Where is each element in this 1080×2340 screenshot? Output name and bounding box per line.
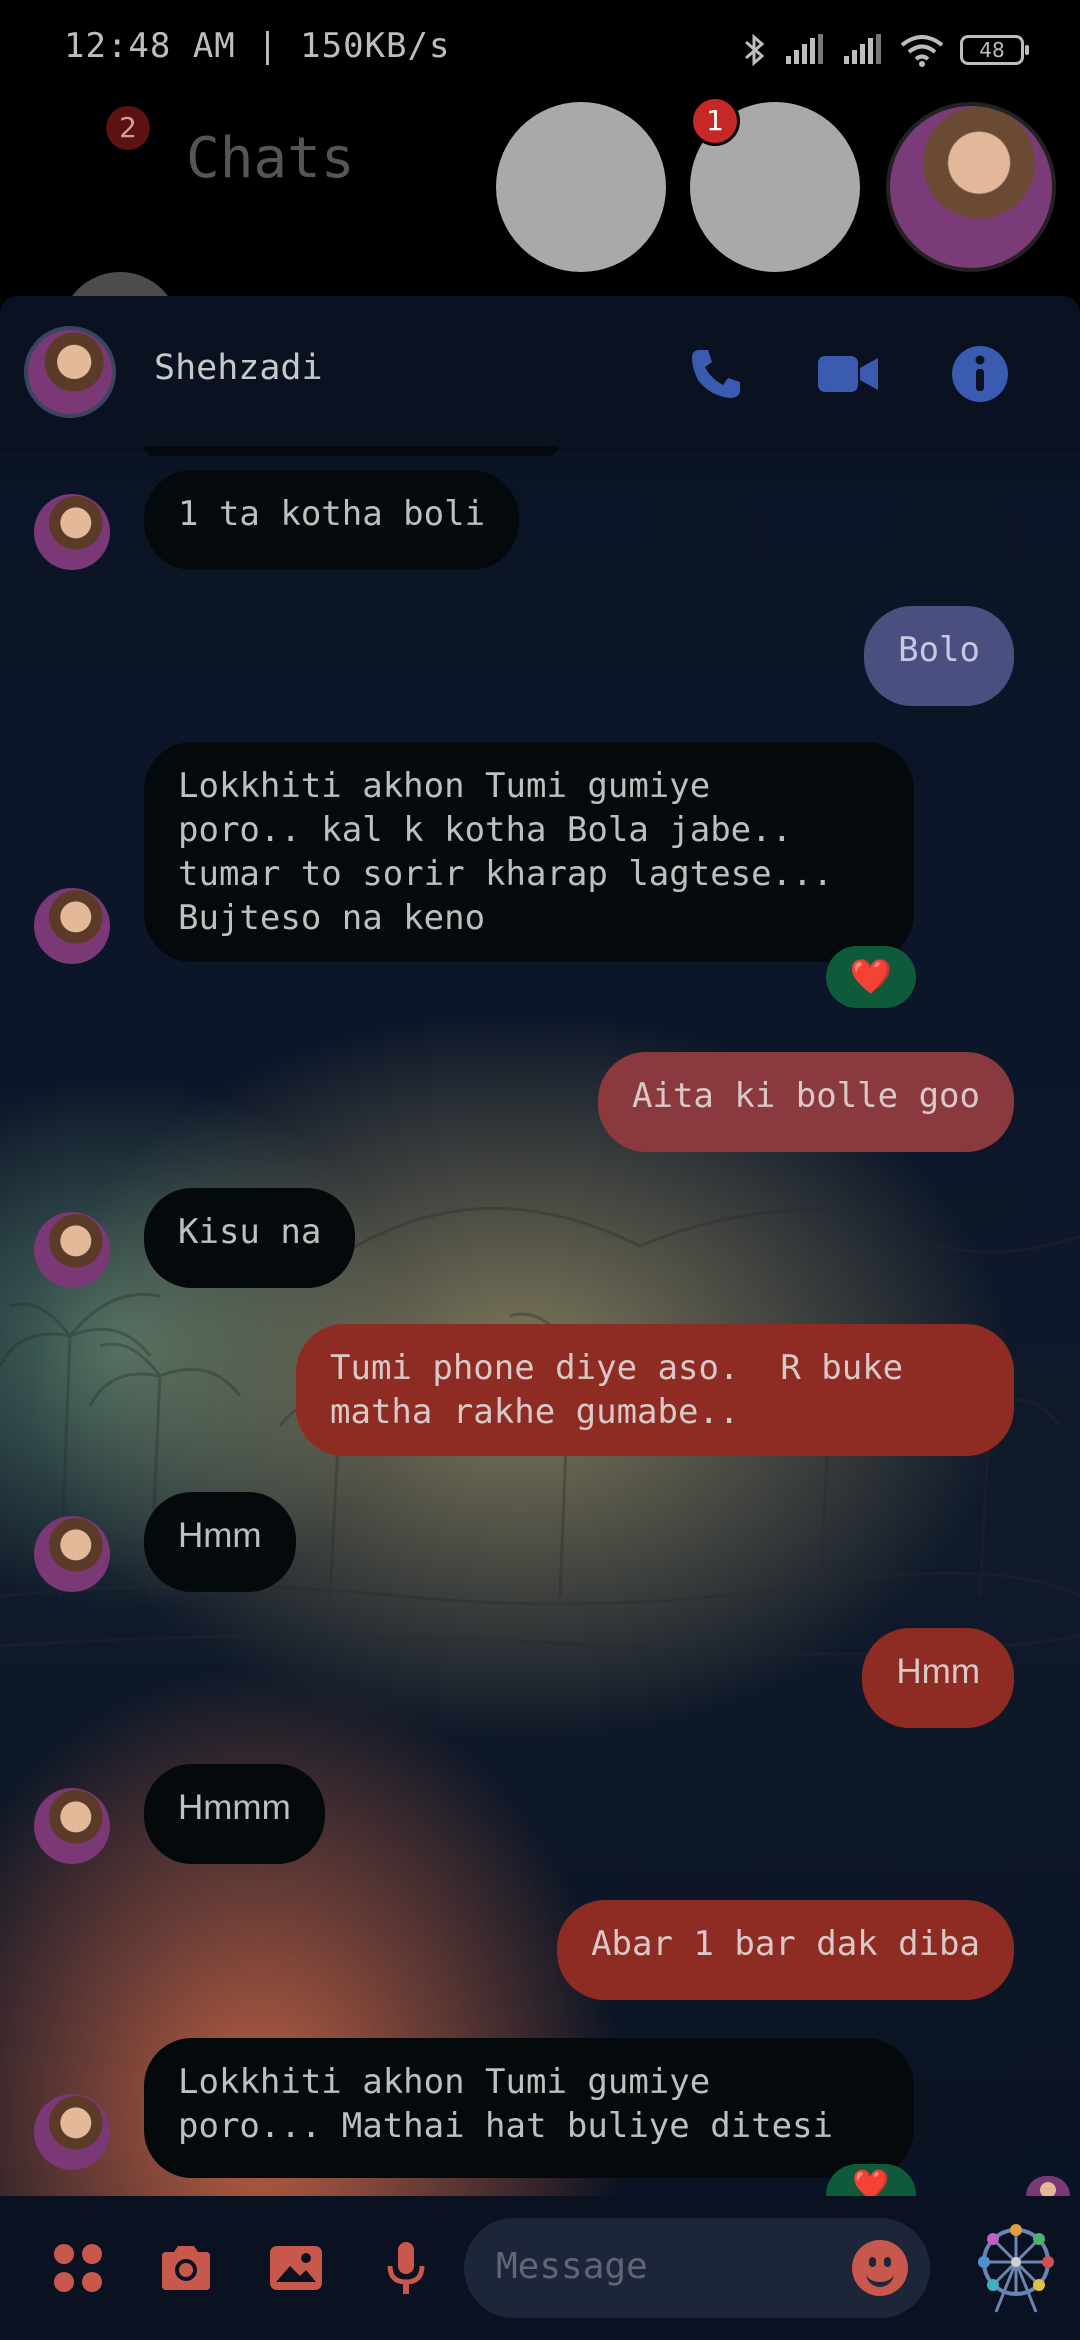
message-bubble-outgoing[interactable]: Bolo: [864, 606, 1014, 706]
story-avatar-3[interactable]: [886, 102, 1056, 272]
message-bubble-incoming[interactable]: Lokkhiti akhon Tumi gumiye poro... Matha…: [144, 2038, 914, 2178]
message-input[interactable]: Message: [464, 2218, 930, 2318]
message-bubble-outgoing[interactable]: Aita ki bolle goo: [598, 1052, 1014, 1152]
signal-icon-2: [844, 34, 881, 64]
message-bubble-incoming[interactable]: Hmm: [144, 1492, 296, 1592]
emoji-icon[interactable]: [852, 2240, 908, 2296]
status-icons: 48: [742, 28, 1029, 72]
contact-avatar-small: [34, 1212, 110, 1288]
message-bubble-incoming[interactable]: 1 ta kotha boli: [144, 470, 520, 570]
message-composer: Message: [0, 2196, 1080, 2340]
menu-badge: 2: [106, 106, 150, 150]
bluetooth-icon: [745, 33, 765, 67]
info-icon[interactable]: [948, 342, 1012, 406]
seen-avatar: [1026, 2176, 1070, 2196]
battery-icon: 48: [960, 35, 1029, 65]
wifi-icon: [900, 35, 944, 67]
gallery-icon[interactable]: [266, 2238, 326, 2298]
message-bubble-incoming[interactable]: Hmmm: [144, 1764, 325, 1864]
contact-avatar-small: [34, 1516, 110, 1592]
heart-reaction[interactable]: ❤️: [826, 2164, 916, 2196]
chat-sheet: Shehzadi 1 ta kotha boli Bolo Lokkhiti a…: [0, 296, 1080, 2340]
contact-avatar-small: [34, 494, 110, 570]
conversation-header: Shehzadi: [0, 296, 1080, 452]
status-bar: 12:48 AM | 150KB/s 48: [0, 0, 1080, 100]
message-bubble-outgoing[interactable]: Hmm: [862, 1628, 1014, 1728]
page-title: Chats: [186, 126, 355, 191]
contact-avatar-small: [34, 1788, 110, 1864]
contact-avatar[interactable]: [24, 326, 116, 418]
signal-icon: [786, 34, 823, 64]
camera-icon[interactable]: [156, 2238, 216, 2298]
message-bubble-incoming[interactable]: Kisu na: [144, 1188, 356, 1288]
phone-icon[interactable]: [684, 342, 748, 406]
heart-reaction[interactable]: ❤️: [826, 946, 916, 1008]
message-input-placeholder: Message: [496, 2246, 648, 2287]
apps-icon[interactable]: [48, 2238, 108, 2298]
microphone-icon[interactable]: [376, 2238, 436, 2298]
previous-message-edge: [144, 446, 558, 456]
heart-icon: ❤️: [852, 2168, 890, 2196]
message-bubble-incoming[interactable]: Lokkhiti akhon Tumi gumiye poro.. kal k …: [144, 742, 914, 962]
contact-avatar-small: [34, 2094, 110, 2170]
ferris-wheel-icon[interactable]: [966, 2218, 1066, 2318]
message-bubble-outgoing[interactable]: Abar 1 bar dak diba: [557, 1900, 1014, 2000]
contact-name[interactable]: Shehzadi: [154, 348, 323, 388]
story-badge: 1: [690, 96, 740, 146]
video-call-icon[interactable]: [816, 342, 880, 406]
chats-header: 2 Chats 1: [0, 96, 1080, 332]
message-bubble-outgoing[interactable]: Tumi phone diye aso. R buke matha rakhe …: [296, 1324, 1014, 1456]
contact-avatar-small: [34, 888, 110, 964]
status-time: 12:48 AM | 150KB/s: [64, 26, 451, 66]
story-avatar-1[interactable]: [496, 102, 666, 272]
heart-icon: ❤️: [849, 957, 893, 997]
